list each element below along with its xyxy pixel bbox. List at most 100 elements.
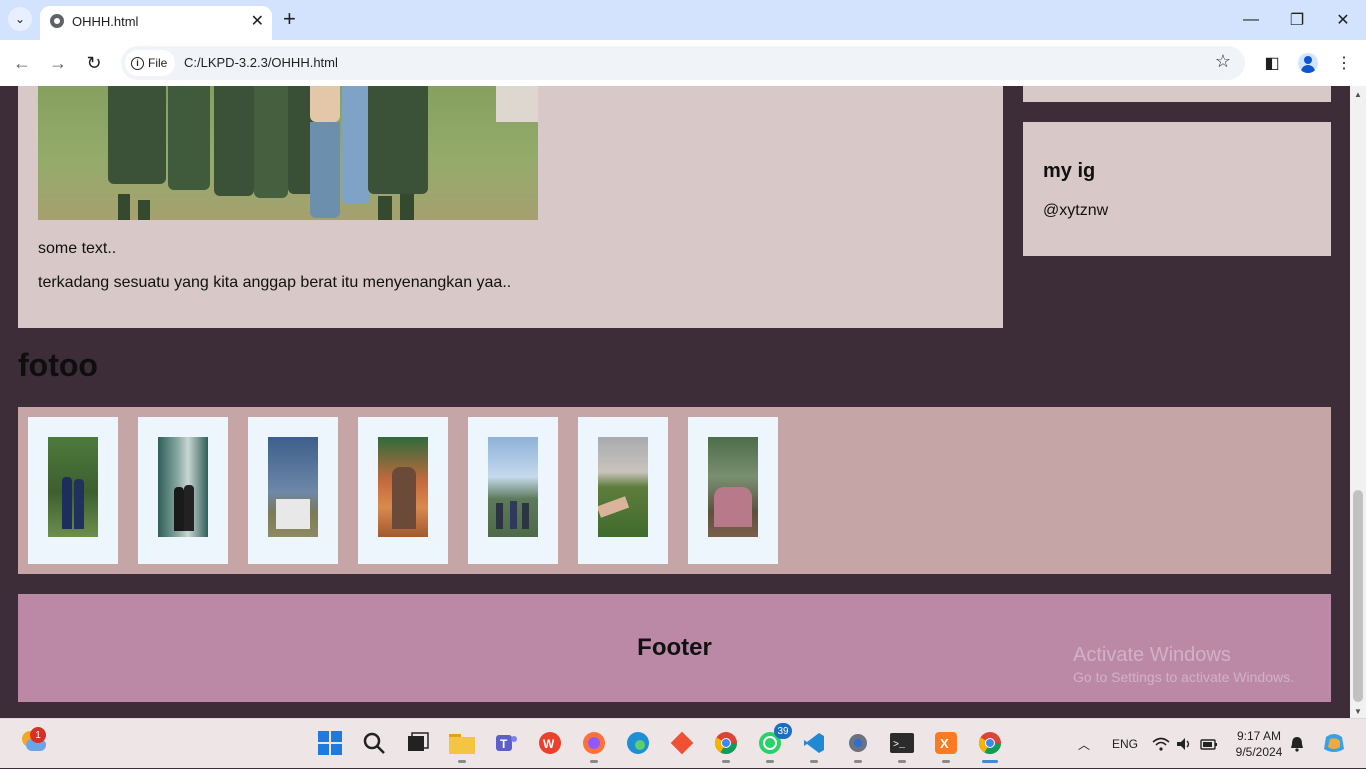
arrow-left-icon: ← [13, 52, 31, 73]
git-app[interactable] [668, 729, 696, 757]
group-photo [38, 86, 538, 220]
clock-date: 9/5/2024 [1235, 745, 1283, 759]
reload-icon: ↻ [86, 52, 102, 73]
side-card-ig: my ig @xytznw [1023, 122, 1331, 256]
url-text[interactable]: C:/LKPD-3.2.3/OHHH.html [184, 55, 338, 70]
copilot-icon[interactable] [1322, 719, 1346, 769]
site-info-chip[interactable]: i File [125, 50, 175, 76]
xampp-icon: X [935, 732, 957, 754]
teams-icon: T [496, 735, 517, 751]
gear-icon [849, 734, 867, 752]
photo-gallery [18, 407, 1331, 574]
arrow-right-icon: → [49, 52, 67, 73]
photo-3 [268, 437, 318, 537]
git-icon [670, 731, 694, 755]
chrome-icon [979, 732, 1001, 754]
profile-avatar [1298, 53, 1318, 73]
chrome-app-1[interactable] [712, 729, 740, 763]
info-icon: i [131, 56, 144, 70]
side-card-title: my ig [1043, 160, 1096, 182]
system-clock[interactable]: 9:17 AM 9/5/2024 [1234, 728, 1284, 760]
whatsapp-badge: 39 [774, 723, 792, 739]
restore-button[interactable]: ❐ [1274, 4, 1320, 36]
gallery-heading: fotoo [18, 347, 98, 383]
scroll-thumb[interactable] [1353, 490, 1363, 702]
xampp-app[interactable]: X [932, 729, 960, 763]
folder-icon [449, 734, 475, 754]
edge-app[interactable] [624, 729, 652, 757]
gallery-card[interactable] [578, 417, 668, 564]
side-card-handle: @xytznw [1043, 202, 1109, 219]
main-paragraph-2: terkadang sesuatu yang kita anggap berat… [38, 274, 512, 291]
task-view-icon [408, 732, 429, 751]
side-panel-icon: ◧ [1264, 55, 1280, 72]
main-article-card: some text.. terkadang sesuatu yang kita … [18, 86, 1003, 328]
tab-title: OHHH.html [72, 14, 139, 29]
new-tab-button[interactable]: + [283, 6, 296, 32]
firefox-app[interactable] [580, 729, 608, 763]
wifi-icon[interactable] [1152, 719, 1170, 769]
notifications-bell-icon[interactable] [1290, 719, 1304, 769]
taskbar: 1 T W 39 >_ X ︿ ENG 9:17 AM 9/5/2024 [0, 718, 1366, 768]
gallery-card[interactable] [248, 417, 338, 564]
photo-1 [48, 437, 98, 537]
windows-icon [318, 731, 342, 755]
start-button[interactable] [316, 729, 344, 757]
search-icon [363, 732, 385, 754]
photo-7 [708, 437, 758, 537]
search-button[interactable] [360, 729, 388, 757]
forward-button[interactable]: → [45, 50, 71, 76]
vertical-scrollbar[interactable]: ▲ ▼ [1350, 86, 1366, 718]
task-view-button[interactable] [404, 729, 432, 757]
side-card-top [1023, 86, 1331, 102]
gallery-card[interactable] [358, 417, 448, 564]
gallery-card[interactable] [468, 417, 558, 564]
tab-search-button[interactable]: ⌄ [8, 7, 32, 31]
svg-text:W: W [543, 737, 555, 751]
vscode-app[interactable] [800, 729, 828, 763]
menu-button[interactable]: ⋮ [1331, 50, 1357, 76]
profile-button[interactable] [1295, 50, 1321, 76]
main-paragraph-1: some text.. [38, 240, 117, 257]
watermark-subtitle: Go to Settings to activate Windows. [1073, 669, 1294, 685]
firefox-icon [583, 732, 605, 754]
chrome-icon [715, 732, 737, 754]
activate-windows-watermark: Activate Windows Go to Settings to activ… [1073, 644, 1294, 685]
tab-active[interactable]: OHHH.html ✕ [40, 6, 272, 40]
clock-time: 9:17 AM [1236, 729, 1282, 743]
reload-button[interactable]: ↻ [81, 50, 107, 76]
address-bar[interactable]: i File C:/LKPD-3.2.3/OHHH.html ☆ [121, 46, 1245, 80]
whatsapp-app[interactable]: 39 [756, 723, 792, 763]
site-chip-label: File [148, 56, 168, 70]
scroll-up-icon[interactable]: ▲ [1354, 90, 1362, 99]
back-button[interactable]: ← [9, 50, 35, 76]
office-icon: W [539, 732, 561, 754]
chevron-up-icon: ︿ [1078, 737, 1091, 752]
watermark-title: Activate Windows [1073, 644, 1231, 666]
scroll-down-icon[interactable]: ▼ [1354, 707, 1362, 716]
terminal-app[interactable]: >_ [888, 729, 916, 763]
bookmark-star-icon[interactable]: ☆ [1215, 51, 1231, 72]
language-indicator[interactable]: ENG [1112, 719, 1138, 769]
tray-overflow[interactable]: ︿ [1078, 719, 1090, 769]
close-icon[interactable]: ✕ [251, 11, 264, 31]
globe-icon [50, 14, 64, 28]
file-explorer-app[interactable] [448, 729, 476, 763]
chrome-app-active[interactable] [976, 729, 1004, 763]
window-close-button[interactable]: ✕ [1320, 4, 1366, 36]
chevron-down-icon: ⌄ [14, 12, 26, 26]
settings-app[interactable] [844, 729, 872, 763]
office-app[interactable]: W [536, 729, 564, 757]
volume-icon[interactable] [1176, 719, 1192, 769]
battery-icon[interactable] [1200, 719, 1218, 769]
side-panel-button[interactable]: ◧ [1259, 50, 1285, 76]
svg-text:X: X [940, 736, 949, 751]
weather-badge: 1 [30, 727, 46, 743]
photo-5 [488, 437, 538, 537]
gallery-card[interactable] [138, 417, 228, 564]
gallery-card[interactable] [28, 417, 118, 564]
minimize-button[interactable]: — [1228, 4, 1274, 36]
teams-app[interactable]: T [492, 729, 520, 757]
photo-6 [598, 437, 648, 537]
gallery-card[interactable] [688, 417, 778, 564]
